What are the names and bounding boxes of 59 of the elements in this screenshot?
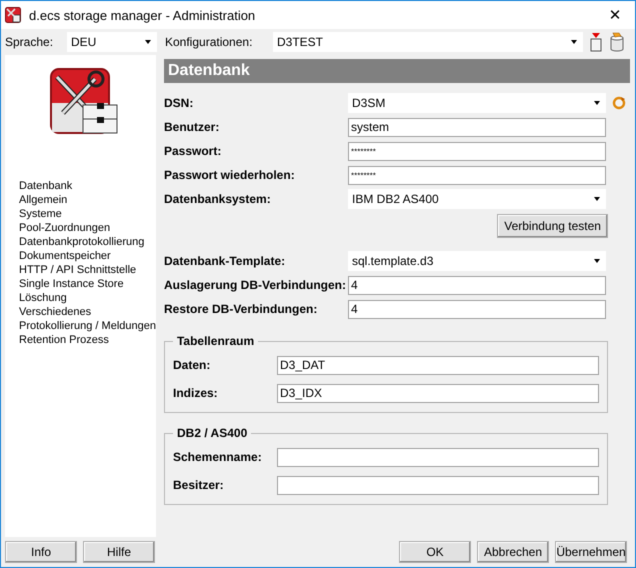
field-label: DSN:: [164, 96, 194, 110]
field-label: Indizes:: [172, 386, 219, 400]
nav-item[interactable]: Allgemein: [19, 193, 68, 207]
refresh-icon[interactable]: [612, 96, 626, 110]
nav-item[interactable]: Retention Prozess: [19, 333, 109, 347]
input-field[interactable]: 4: [348, 300, 606, 318]
window-title: d.ecs storage manager - Administration: [29, 8, 256, 22]
footer-button[interactable]: OK: [399, 541, 471, 563]
caret-icon: [570, 40, 578, 44]
new-page-icon[interactable]: [589, 32, 603, 52]
group-title: DB2 / AS400: [172, 426, 252, 440]
section-header: Datenbank: [164, 59, 630, 83]
field-label: Datenbanksystem:: [164, 192, 272, 206]
dropdown-field[interactable]: IBM DB2 AS400: [348, 189, 606, 209]
nav-item[interactable]: Löschung: [19, 291, 67, 305]
nav-item[interactable]: Protokollierung / Meldungen: [19, 319, 156, 333]
field-label: Datenbank-Template:: [164, 254, 286, 268]
caret-icon: [144, 40, 152, 44]
nav-item[interactable]: HTTP / API Schnittstelle: [19, 263, 136, 277]
input-field[interactable]: [276, 448, 599, 466]
footer-button[interactable]: Übernehmen: [555, 541, 627, 563]
dropdown-field[interactable]: D3SM: [348, 93, 606, 113]
nav-item[interactable]: Verschiedenes: [19, 305, 92, 319]
input-field[interactable]: system: [348, 118, 606, 136]
footer-button[interactable]: Hilfe: [83, 541, 155, 563]
nav-item[interactable]: Single Instance Store: [19, 277, 124, 291]
database-icon[interactable]: [609, 32, 625, 52]
input-field[interactable]: ********: [348, 142, 606, 160]
configurations-label: Konfigurationen:: [165, 35, 254, 49]
nav-item[interactable]: Systeme: [19, 207, 62, 221]
app-icon: [5, 7, 21, 23]
language-dropdown[interactable]: DEU: [67, 32, 157, 52]
caret-icon: [592, 101, 601, 105]
dropdown-field[interactable]: sql.template.d3: [348, 251, 606, 271]
field-label: Schemenname:: [172, 450, 263, 464]
input-field[interactable]: D3_DAT: [276, 356, 599, 374]
input-field[interactable]: 4: [348, 276, 606, 294]
caret-icon: [592, 259, 601, 263]
nav-item[interactable]: Dokumentspeicher: [19, 249, 111, 263]
field-label: Benutzer:: [164, 120, 220, 134]
footer-button[interactable]: Abbrechen: [477, 541, 549, 563]
field-label: Auslagerung DB-Verbindungen:: [164, 278, 347, 292]
footer-button[interactable]: Info: [5, 541, 77, 563]
field-label: Restore DB-Verbindungen:: [164, 302, 318, 316]
field-label: Daten:: [172, 358, 212, 372]
input-field[interactable]: [276, 476, 599, 494]
input-field[interactable]: D3_IDX: [276, 384, 599, 402]
group-title: Tabellenraum: [172, 334, 258, 348]
nav-item[interactable]: Pool-Zuordnungen: [19, 221, 110, 235]
configuration-dropdown[interactable]: D3TEST: [273, 32, 583, 52]
field-label: Passwort wiederholen:: [164, 168, 296, 182]
language-label: Sprache:: [5, 35, 54, 49]
input-field[interactable]: ********: [348, 166, 606, 184]
field-label: Besitzer:: [172, 478, 225, 492]
nav-item[interactable]: Datenbankprotokollierung: [19, 235, 144, 249]
nav-item[interactable]: Datenbank: [19, 179, 72, 193]
field-label: Passwort:: [164, 144, 222, 158]
caret-icon: [592, 197, 601, 201]
test-connection-button[interactable]: Verbindung testen: [497, 214, 608, 238]
